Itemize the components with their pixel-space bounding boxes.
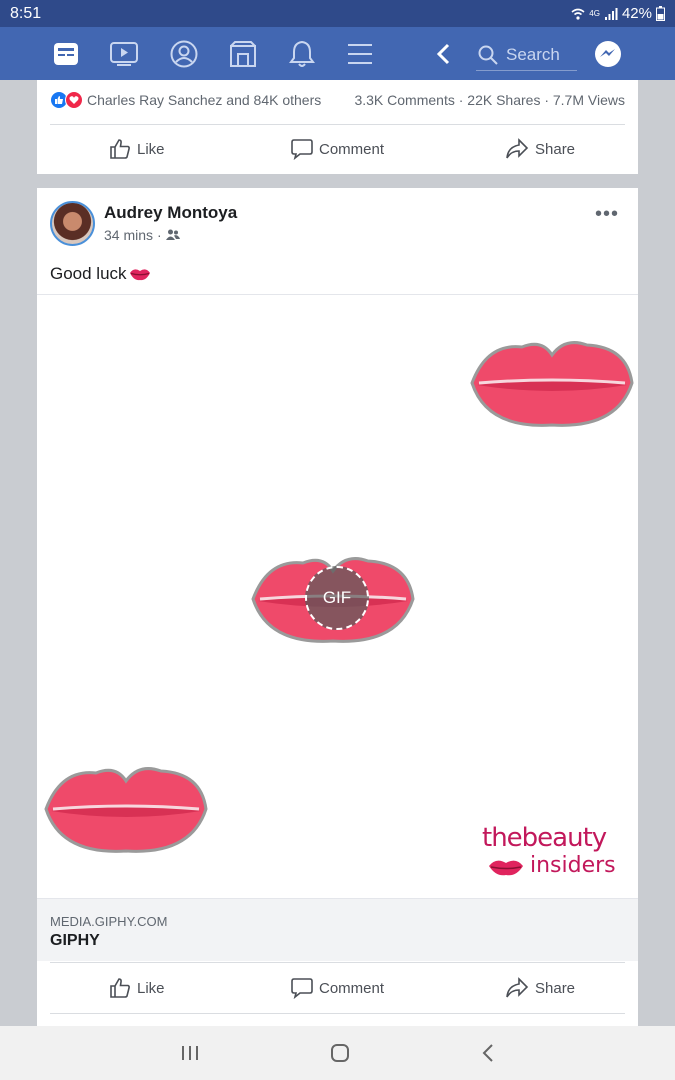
reactions-summary[interactable]: Charles Ray Sanchez and 84K others 3.3K … [50, 90, 625, 110]
post-text: Good luck [50, 264, 151, 284]
share-label: Share [535, 979, 576, 997]
link-domain: MEDIA.GIPHY.COM [50, 914, 168, 929]
profile-icon[interactable] [169, 39, 199, 69]
share-icon [506, 977, 529, 998]
home-icon[interactable] [327, 1040, 353, 1066]
share-button[interactable]: Share [505, 138, 575, 160]
search-icon [478, 45, 498, 65]
like-label: Like [137, 140, 165, 158]
news-feed-icon[interactable] [51, 39, 81, 69]
post-time[interactable]: 34 mins [104, 227, 153, 243]
status-time: 8:51 [10, 4, 42, 22]
divider [50, 962, 625, 963]
watermark-line2: insiders [530, 853, 616, 878]
avatar[interactable] [50, 201, 95, 246]
network-type: 4G [589, 9, 600, 18]
comment-button[interactable]: Comment [291, 138, 384, 160]
reaction-icons [50, 91, 83, 109]
back-icon[interactable] [475, 1040, 501, 1066]
lips-image [470, 341, 634, 427]
watermark-line1: thebeauty [482, 823, 607, 853]
system-nav-bar [0, 1026, 675, 1080]
post-meta: 34 mins · [104, 227, 180, 243]
menu-icon[interactable] [345, 39, 375, 69]
messenger-icon[interactable] [593, 39, 623, 69]
post-actions: Like Comment Share [37, 964, 638, 1012]
share-icon [506, 138, 529, 159]
like-label: Like [137, 979, 165, 997]
love-reaction-icon [65, 91, 83, 109]
signal-icon [604, 7, 618, 20]
recent-apps-icon[interactable] [177, 1040, 203, 1066]
status-bar: 8:51 4G 42% [0, 0, 675, 27]
gif-media[interactable]: GIF thebeauty insiders [37, 294, 638, 898]
battery-percent: 42% [621, 5, 652, 22]
link-title: GIPHY [50, 932, 100, 949]
watermark-lips-icon [489, 860, 523, 876]
post-header: Audrey Montoya 34 mins · ••• [50, 201, 625, 247]
previous-post-actions: Like Comment Share [37, 125, 638, 173]
comment-label: Comment [319, 979, 385, 997]
engagement-stats[interactable]: 3.3K Comments · 22K Shares · 7.7M Views [354, 92, 625, 108]
previous-post-card: Charles Ray Sanchez and 84K others 3.3K … [37, 80, 638, 174]
more-options-icon[interactable]: ••• [595, 204, 619, 224]
like-button[interactable]: Like [109, 138, 165, 160]
marketplace-icon[interactable] [228, 39, 258, 69]
post-card: Audrey Montoya 34 mins · ••• Good luck G… [37, 188, 638, 1026]
wifi-icon [571, 8, 585, 20]
search-input[interactable]: Search [476, 39, 577, 71]
gif-play-badge[interactable]: GIF [305, 566, 369, 630]
comment-icon [291, 978, 313, 999]
top-nav-bar: Search [0, 27, 675, 80]
post-author[interactable]: Audrey Montoya [104, 203, 237, 223]
divider [50, 1013, 625, 1014]
lips-image [44, 767, 208, 853]
reactions-text: Charles Ray Sanchez and 84K others [87, 92, 322, 108]
comment-icon [291, 139, 313, 160]
share-button[interactable]: Share [505, 977, 575, 999]
search-placeholder: Search [506, 44, 560, 64]
friends-icon [165, 229, 180, 240]
like-icon [110, 978, 130, 998]
watch-icon[interactable] [109, 39, 139, 69]
status-indicators: 4G 42% [571, 5, 665, 22]
like-icon [110, 139, 130, 159]
post-text-content: Good luck [50, 264, 127, 283]
back-icon[interactable] [429, 39, 459, 69]
like-button[interactable]: Like [109, 977, 165, 999]
watermark: thebeauty insiders [482, 823, 632, 883]
share-label: Share [535, 140, 576, 158]
comment-button[interactable]: Comment [291, 977, 384, 999]
comment-label: Comment [319, 140, 385, 158]
link-preview[interactable]: MEDIA.GIPHY.COM GIPHY [37, 898, 638, 961]
battery-icon [656, 6, 665, 21]
notifications-icon[interactable] [287, 39, 317, 69]
lips-emoji-icon [129, 269, 150, 281]
